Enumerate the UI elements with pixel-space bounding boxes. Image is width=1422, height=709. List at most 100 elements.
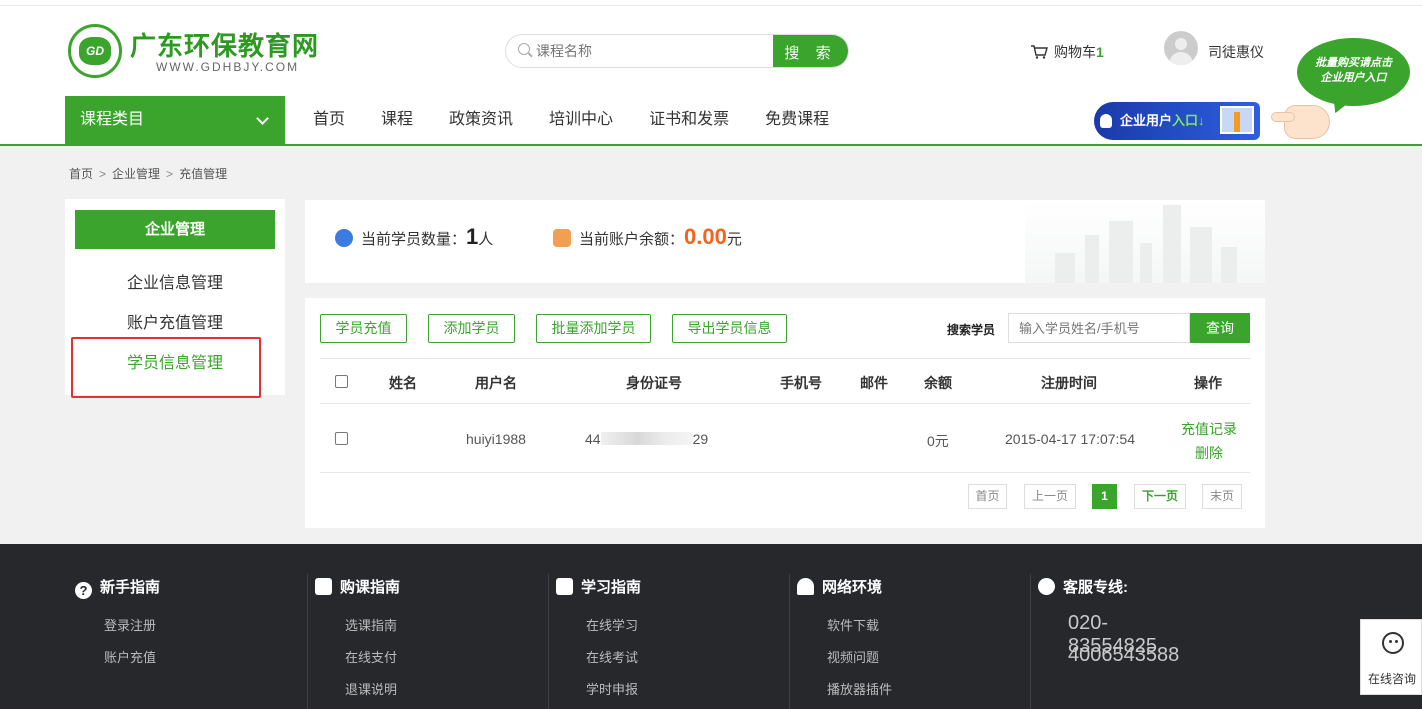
person-icon: [1234, 112, 1240, 132]
search-icon: [518, 43, 530, 55]
cart-guide-icon: [315, 578, 332, 595]
nav-item-policy-news[interactable]: 政策资讯: [431, 96, 531, 144]
building-shape: [1221, 247, 1237, 283]
breadcrumb-current: 充值管理: [179, 167, 228, 181]
pager-first[interactable]: 首页: [968, 484, 1007, 509]
user-icon: [335, 229, 353, 247]
sidebar-item-account-recharge[interactable]: 账户充值管理: [65, 309, 285, 333]
building-shape: [1163, 205, 1181, 283]
query-button[interactable]: 查询: [1190, 313, 1250, 343]
logo-mark: GD: [79, 37, 111, 65]
footer-link[interactable]: 视频问题: [827, 647, 879, 666]
balance-unit: 元: [726, 231, 742, 248]
logo-emblem-icon: GD: [68, 24, 122, 78]
footer-link[interactable]: 学时申报: [586, 679, 638, 698]
id-prefix: 44: [585, 431, 601, 447]
username[interactable]: 司徒惠仪: [1208, 42, 1264, 62]
telephone-icon: [1038, 578, 1055, 595]
network-icon: [797, 578, 814, 595]
recharge-records-link[interactable]: 充值记录: [1181, 419, 1237, 439]
breadcrumb-enterprise[interactable]: 企业管理: [112, 167, 160, 181]
header-registered: 注册时间: [1041, 375, 1097, 391]
export-students-button[interactable]: 导出学员信息: [672, 314, 787, 343]
footer-link[interactable]: 账户充值: [104, 647, 156, 666]
balance-value: 0.00: [684, 224, 727, 249]
course-search-input[interactable]: [536, 35, 774, 67]
footer-heading-text: 网络环境: [822, 579, 883, 596]
nav-item-home[interactable]: 首页: [295, 96, 363, 144]
header-id-number: 身份证号: [626, 375, 682, 391]
footer-heading: 学习指南: [556, 576, 641, 597]
footer-divider: [307, 574, 308, 709]
batch-add-students-button[interactable]: 批量添加学员: [536, 314, 651, 343]
footer-heading-text: 客服专线:: [1063, 579, 1128, 596]
pager-current[interactable]: 1: [1092, 484, 1117, 509]
nav-item-free-courses[interactable]: 免费课程: [747, 96, 847, 144]
online-consult-button[interactable]: 在线咨询: [1360, 619, 1422, 695]
header-email: 邮件: [860, 375, 888, 391]
cursor-hand-icon: [1100, 114, 1112, 128]
footer-link[interactable]: 在线学习: [586, 615, 638, 634]
nav-item-certificates-invoices[interactable]: 证书和发票: [631, 96, 747, 144]
header-username: 用户名: [475, 375, 517, 391]
breadcrumb: 首页 > 企业管理 > 充值管理: [69, 165, 227, 182]
student-search-label: 搜索学员: [947, 323, 996, 337]
footer-heading-text: 新手指南: [100, 579, 161, 596]
search-button[interactable]: 搜 索: [773, 35, 848, 67]
student-search-input[interactable]: [1008, 313, 1190, 343]
student-recharge-button[interactable]: 学员充值: [320, 314, 407, 343]
avatar[interactable]: [1164, 31, 1198, 65]
bubble-line-2: 企业用户入口: [1320, 72, 1387, 84]
site-footer: ? 新手指南 登录注册 账户充值 购课指南 选课指南 在线支付 退课说明 学习指南…: [0, 544, 1422, 709]
student-count-unit: 人: [478, 231, 494, 248]
nav-item-courses[interactable]: 课程: [363, 96, 431, 144]
chevron-down-icon: [256, 112, 269, 125]
pager-prev[interactable]: 上一页: [1024, 484, 1076, 509]
header-balance: 余额: [924, 375, 952, 391]
student-management-panel: 学员充值 添加学员 批量添加学员 导出学员信息 搜索学员 查询 姓名 用户名 身…: [305, 298, 1265, 528]
enterprise-entry-label: 企业用户: [1120, 113, 1173, 128]
footer-divider: [1030, 574, 1031, 709]
row-checkbox[interactable]: [335, 432, 348, 445]
building-shape: [1055, 253, 1075, 283]
balance-label: 当前账户余额：: [579, 231, 685, 248]
footer-heading: 购课指南: [315, 576, 400, 597]
nav-item-training-center[interactable]: 培训中心: [531, 96, 631, 144]
logo-subtitle: WWW.GDHBJY.COM: [156, 60, 300, 74]
cart-link[interactable]: 购物车1: [1030, 42, 1104, 62]
id-suffix: 29: [692, 431, 709, 447]
course-category-dropdown[interactable]: 课程类目: [65, 96, 285, 144]
footer-divider: [548, 574, 549, 709]
student-count-stat: 当前学员数量：1人: [335, 224, 493, 250]
table-header: 姓名 用户名 身份证号 手机号 邮件 余额 注册时间 操作: [320, 358, 1250, 404]
enterprise-entry-button[interactable]: 企业用户入口↓: [1094, 102, 1260, 140]
footer-heading-text: 学习指南: [581, 579, 642, 596]
footer-link[interactable]: 退课说明: [345, 679, 397, 698]
money-bag-icon: [553, 229, 571, 247]
add-student-button[interactable]: 添加学员: [428, 314, 515, 343]
category-label: 课程类目: [80, 111, 145, 128]
footer-link[interactable]: 登录注册: [104, 615, 156, 634]
select-all-checkbox[interactable]: [335, 375, 348, 388]
sidebar-item-enterprise-info[interactable]: 企业信息管理: [65, 269, 285, 293]
footer-link[interactable]: 在线支付: [345, 647, 397, 666]
stats-panel: 当前学员数量：1人 当前账户余额：0.00元: [305, 200, 1265, 283]
cart-icon: [1031, 45, 1048, 59]
avatar-body: [1169, 52, 1193, 65]
delete-link[interactable]: 删除: [1195, 443, 1223, 463]
footer-link[interactable]: 软件下载: [827, 615, 879, 634]
footer-link[interactable]: 播放器插件: [827, 679, 892, 698]
building-shape: [1085, 235, 1099, 283]
footer-link[interactable]: 在线考试: [586, 647, 638, 666]
footer-link[interactable]: 选课指南: [345, 615, 397, 634]
footer-divider: [789, 574, 790, 709]
pager-last[interactable]: 末页: [1202, 484, 1242, 509]
highlight-box: [71, 337, 261, 398]
breadcrumb-home[interactable]: 首页: [69, 167, 93, 181]
site-logo[interactable]: GD 广东环保教育网 WWW.GDHBJY.COM: [68, 24, 328, 84]
cell-username: huiyi1988: [466, 431, 526, 447]
cart-count: 1: [1096, 44, 1104, 60]
footer-heading: 网络环境: [797, 576, 882, 597]
pager-next[interactable]: 下一页: [1134, 484, 1186, 509]
online-consult-label: 在线咨询: [1367, 672, 1416, 686]
